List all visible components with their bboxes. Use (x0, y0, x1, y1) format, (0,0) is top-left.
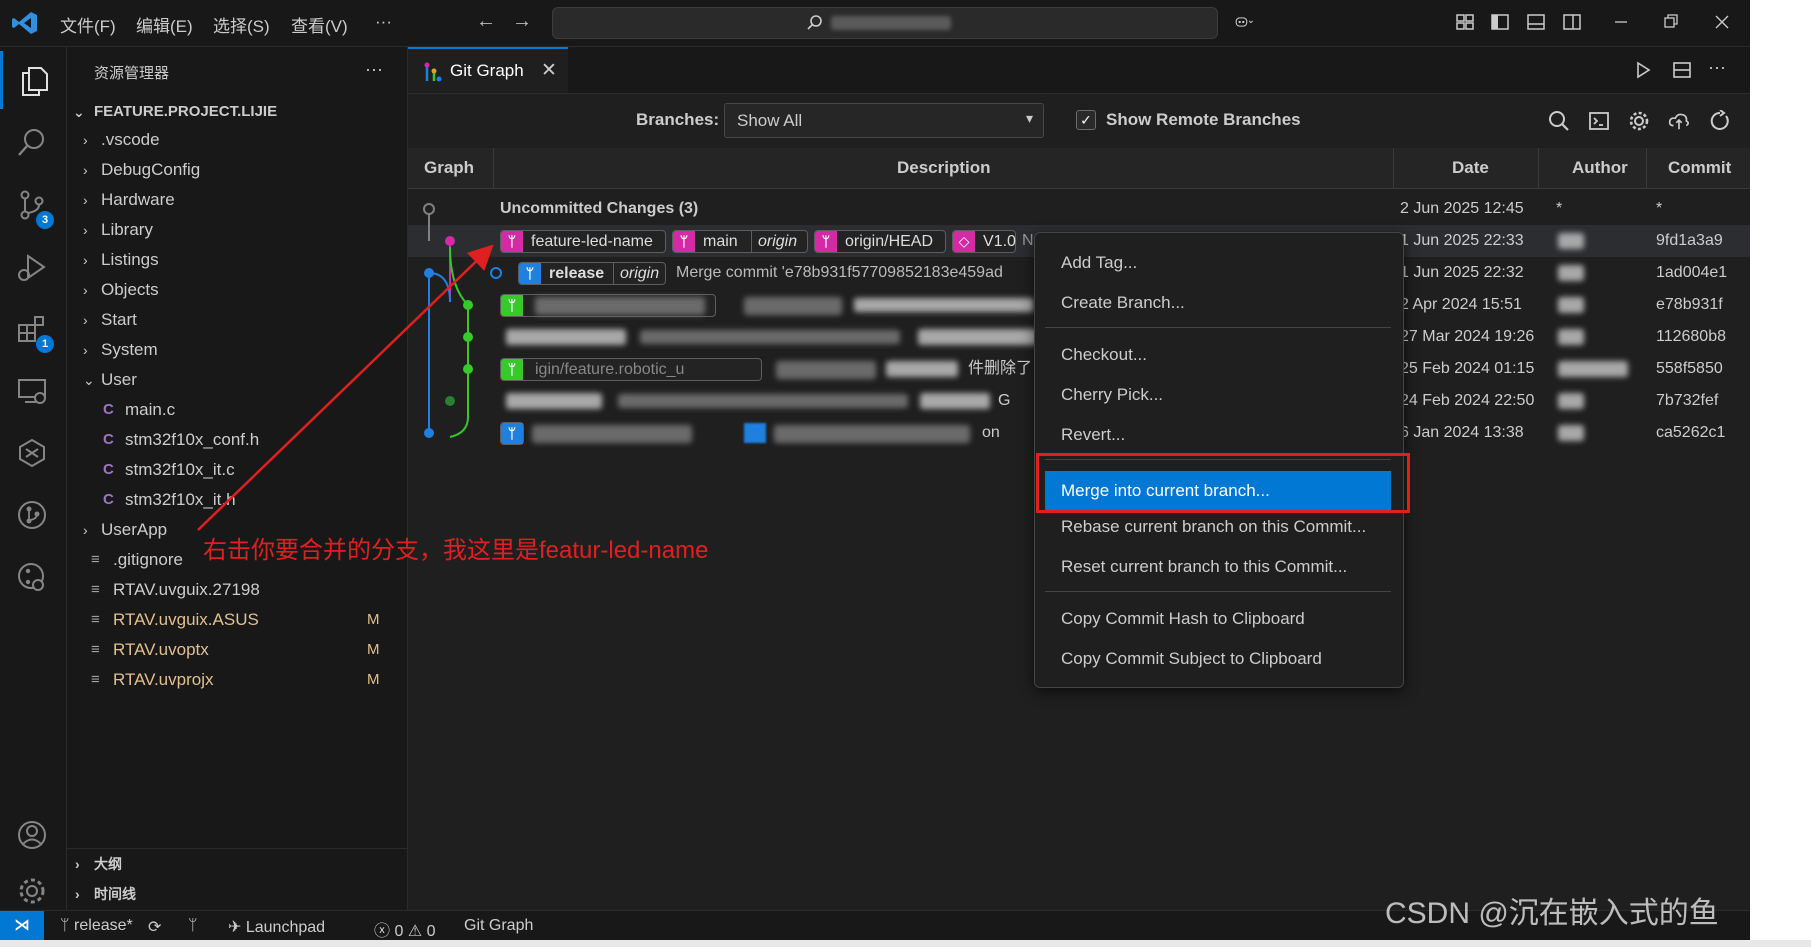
annotation-arrow (197, 244, 494, 531)
csdn-watermark: CSDN @沉在嵌入式的鱼 (1385, 897, 1719, 930)
annotation-text: 右击你要合并的分支，我这里是featur-led-name (203, 537, 709, 564)
red-arrow (197, 244, 494, 531)
page-bottom-edge (0, 940, 1811, 947)
